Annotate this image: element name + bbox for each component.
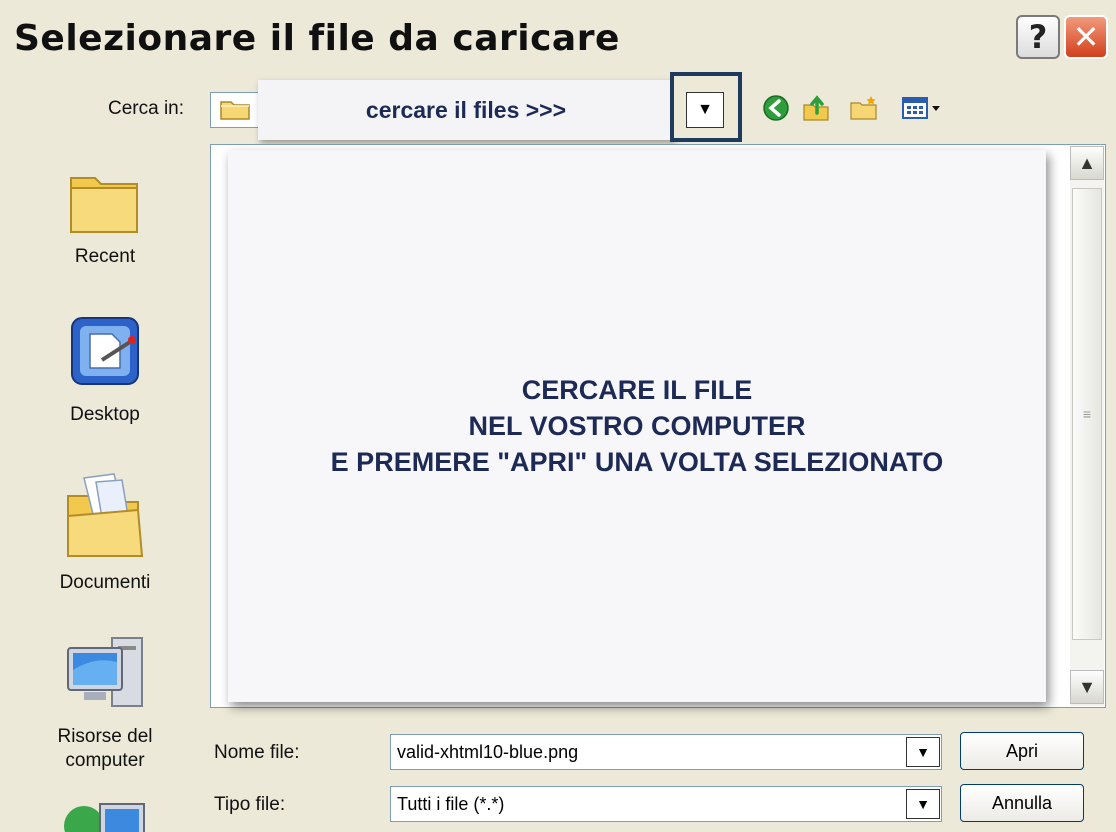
places-recent[interactable]: Recent bbox=[40, 160, 170, 269]
scroll-up-button[interactable]: ▲ bbox=[1070, 146, 1104, 180]
network-icon[interactable] bbox=[62, 796, 152, 832]
folder-icon bbox=[220, 98, 250, 120]
instruction-line-1: CERCARE IL FILE bbox=[521, 375, 753, 405]
new-folder-icon[interactable] bbox=[846, 90, 882, 126]
instruction-line-3: E PREMERE "APRI" UNA VOLTA SELEZIONATO bbox=[330, 447, 944, 477]
look-in-dropdown-button[interactable]: ▼ bbox=[686, 92, 724, 128]
scroll-down-button[interactable]: ▼ bbox=[1070, 670, 1104, 704]
title-bar: Selezionare il file da caricare ? ✕ bbox=[0, 0, 1116, 80]
places-computer-label-2: computer bbox=[65, 750, 145, 771]
places-documents[interactable]: Documenti bbox=[40, 470, 170, 595]
instruction-line-2: NEL VOSTRO COMPUTER bbox=[468, 411, 806, 441]
view-menu-icon[interactable] bbox=[898, 90, 948, 126]
filetype-label: Tipo file: bbox=[214, 794, 286, 815]
cancel-button[interactable]: Annulla bbox=[960, 784, 1084, 822]
recent-folder-icon bbox=[40, 160, 170, 245]
instruction-overlay: CERCARE IL FILE NEL VOSTRO COMPUTER E PR… bbox=[228, 150, 1046, 702]
look-in-callout-text: cercare il files >>> bbox=[365, 96, 567, 123]
look-in-label: Cerca in: bbox=[108, 98, 185, 119]
filename-label: Nome file: bbox=[214, 742, 300, 763]
places-computer[interactable]: Risorse del computer bbox=[40, 632, 170, 773]
computer-icon bbox=[40, 632, 170, 725]
places-desktop-label: Desktop bbox=[70, 404, 140, 425]
close-button[interactable]: ✕ bbox=[1064, 15, 1108, 59]
open-button[interactable]: Apri bbox=[960, 732, 1084, 770]
window-title: Selezionare il file da caricare bbox=[14, 18, 620, 59]
filetype-dropdown-button[interactable]: ▼ bbox=[906, 789, 940, 819]
back-icon[interactable] bbox=[758, 90, 794, 126]
up-folder-icon[interactable] bbox=[798, 90, 834, 126]
look-in-callout: cercare il files >>> bbox=[258, 80, 674, 140]
scroll-thumb[interactable]: ≡ bbox=[1072, 188, 1102, 640]
places-documents-label: Documenti bbox=[59, 572, 151, 593]
places-recent-label: Recent bbox=[74, 246, 136, 267]
desktop-icon bbox=[40, 312, 170, 403]
help-button[interactable]: ? bbox=[1016, 15, 1060, 59]
places-desktop[interactable]: Desktop bbox=[40, 312, 170, 427]
filetype-select[interactable]: Tutti i file (*.*) bbox=[390, 786, 942, 822]
filename-dropdown-button[interactable]: ▼ bbox=[906, 737, 940, 767]
places-computer-label-1: Risorse del bbox=[57, 726, 153, 747]
documents-folder-icon bbox=[40, 470, 170, 571]
filename-field[interactable]: valid-xhtml10-blue.png bbox=[390, 734, 942, 770]
